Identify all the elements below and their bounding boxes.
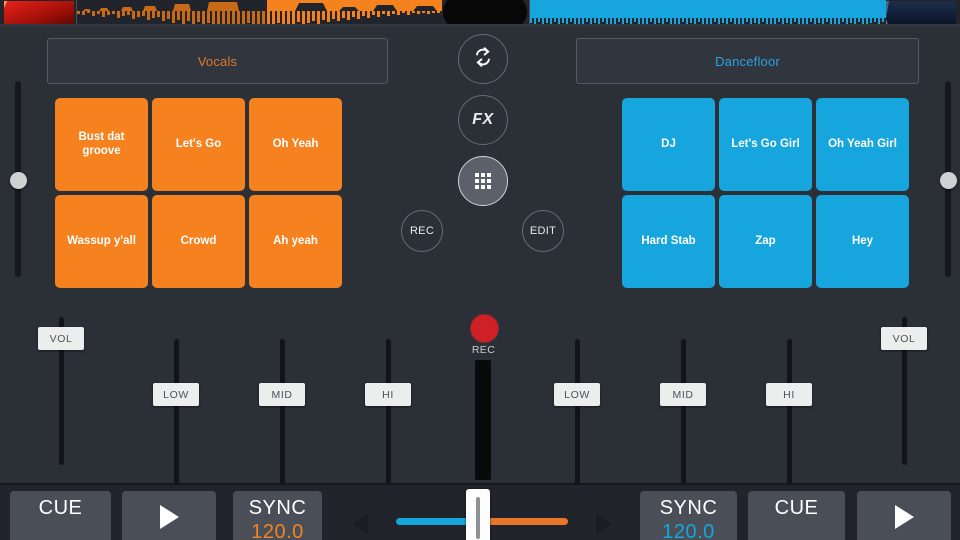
pad-right-4[interactable]: Hard Stab (622, 195, 715, 288)
pad-left-6[interactable]: Ah yeah (249, 195, 342, 288)
record-button-label: REC (471, 344, 496, 356)
pad-left-5[interactable]: Crowd (152, 195, 245, 288)
rec-button[interactable]: REC (401, 210, 443, 252)
fader-track (174, 339, 179, 487)
fader-track (681, 339, 686, 487)
arrow-right-icon[interactable] (596, 513, 612, 535)
play-button-left[interactable] (122, 491, 216, 540)
pad-right-1[interactable]: DJ (622, 98, 715, 191)
arrow-left-icon[interactable] (352, 513, 368, 535)
fader-cap-hi[interactable]: HI (365, 383, 411, 406)
pitch-knob-right[interactable] (940, 172, 957, 189)
pad-right-6[interactable]: Hey (816, 195, 909, 288)
fader-cap-vol[interactable]: VOL (38, 327, 84, 350)
fader-cap-low[interactable]: LOW (554, 383, 600, 406)
pad-grid-left: Bust dat groove Let's Go Oh Yeah Wassup … (55, 98, 342, 288)
fader-cap-vol[interactable]: VOL (881, 327, 927, 350)
pitch-knob-left[interactable] (10, 172, 27, 189)
dj-app-root: Vocals Dancefloor Bust dat groove Let's … (0, 0, 960, 540)
cue-button-left[interactable]: CUE (10, 491, 111, 540)
waveform-left[interactable] (77, 0, 442, 27)
pitch-slider-right[interactable] (930, 81, 960, 277)
pad-right-5[interactable]: Zap (719, 195, 812, 288)
fader-track (575, 339, 580, 487)
transport-bar: CUE SYNC 120.0 SYNC 120.0 CUE (0, 483, 960, 540)
record-button[interactable] (470, 314, 499, 343)
cue-label-left: CUE (38, 497, 83, 519)
pad-right-3[interactable]: Oh Yeah Girl (816, 98, 909, 191)
pad-left-3[interactable]: Oh Yeah (249, 98, 342, 191)
play-icon (894, 505, 914, 529)
crossfader-bar-right (482, 518, 568, 525)
loop-button[interactable] (458, 34, 508, 84)
fader-track (787, 339, 792, 487)
fader-cap-mid[interactable]: MID (660, 383, 706, 406)
grid-button[interactable] (458, 156, 508, 206)
pitch-slider-left[interactable] (0, 81, 36, 277)
main-panel: Vocals Dancefloor Bust dat groove Let's … (0, 27, 960, 487)
right-track-artwork (886, 1, 956, 25)
play-icon (159, 505, 179, 529)
fader-cap-low[interactable]: LOW (153, 383, 199, 406)
edit-button[interactable]: EDIT (522, 210, 564, 252)
loop-icon (471, 45, 495, 74)
play-button-right[interactable] (857, 491, 951, 540)
waveform-strip (0, 0, 960, 27)
sync-button-right[interactable]: SYNC 120.0 (640, 491, 737, 540)
crossfader-vertical-track[interactable] (475, 360, 491, 480)
sync-button-left[interactable]: SYNC 120.0 (233, 491, 322, 540)
pad-left-1[interactable]: Bust dat groove (55, 98, 148, 191)
fader-cap-hi[interactable]: HI (766, 383, 812, 406)
deck-header-left[interactable]: Vocals (47, 38, 388, 84)
sync-label-left: SYNC (248, 497, 307, 519)
bpm-value-right: 120.0 (662, 521, 715, 540)
cue-button-right[interactable]: CUE (748, 491, 845, 540)
crossfader[interactable] (334, 489, 630, 540)
bpm-value-left: 120.0 (251, 521, 304, 540)
jog-wheel[interactable] (443, 0, 527, 27)
waveform-right[interactable] (530, 0, 886, 27)
left-track-artwork (4, 1, 74, 25)
grid-icon (475, 173, 491, 189)
pad-left-4[interactable]: Wassup y'all (55, 195, 148, 288)
deck-header-right[interactable]: Dancefloor (576, 38, 919, 84)
fader-cap-mid[interactable]: MID (259, 383, 305, 406)
cue-label-right: CUE (774, 497, 819, 519)
crossfader-handle[interactable] (466, 489, 490, 540)
pad-grid-right: DJ Let's Go Girl Oh Yeah Girl Hard Stab … (622, 98, 909, 288)
fader-track (386, 339, 391, 487)
sync-label-right: SYNC (659, 497, 718, 519)
pad-left-2[interactable]: Let's Go (152, 98, 245, 191)
fx-button[interactable]: FX (458, 95, 508, 145)
fader-track (280, 339, 285, 487)
pad-right-2[interactable]: Let's Go Girl (719, 98, 812, 191)
